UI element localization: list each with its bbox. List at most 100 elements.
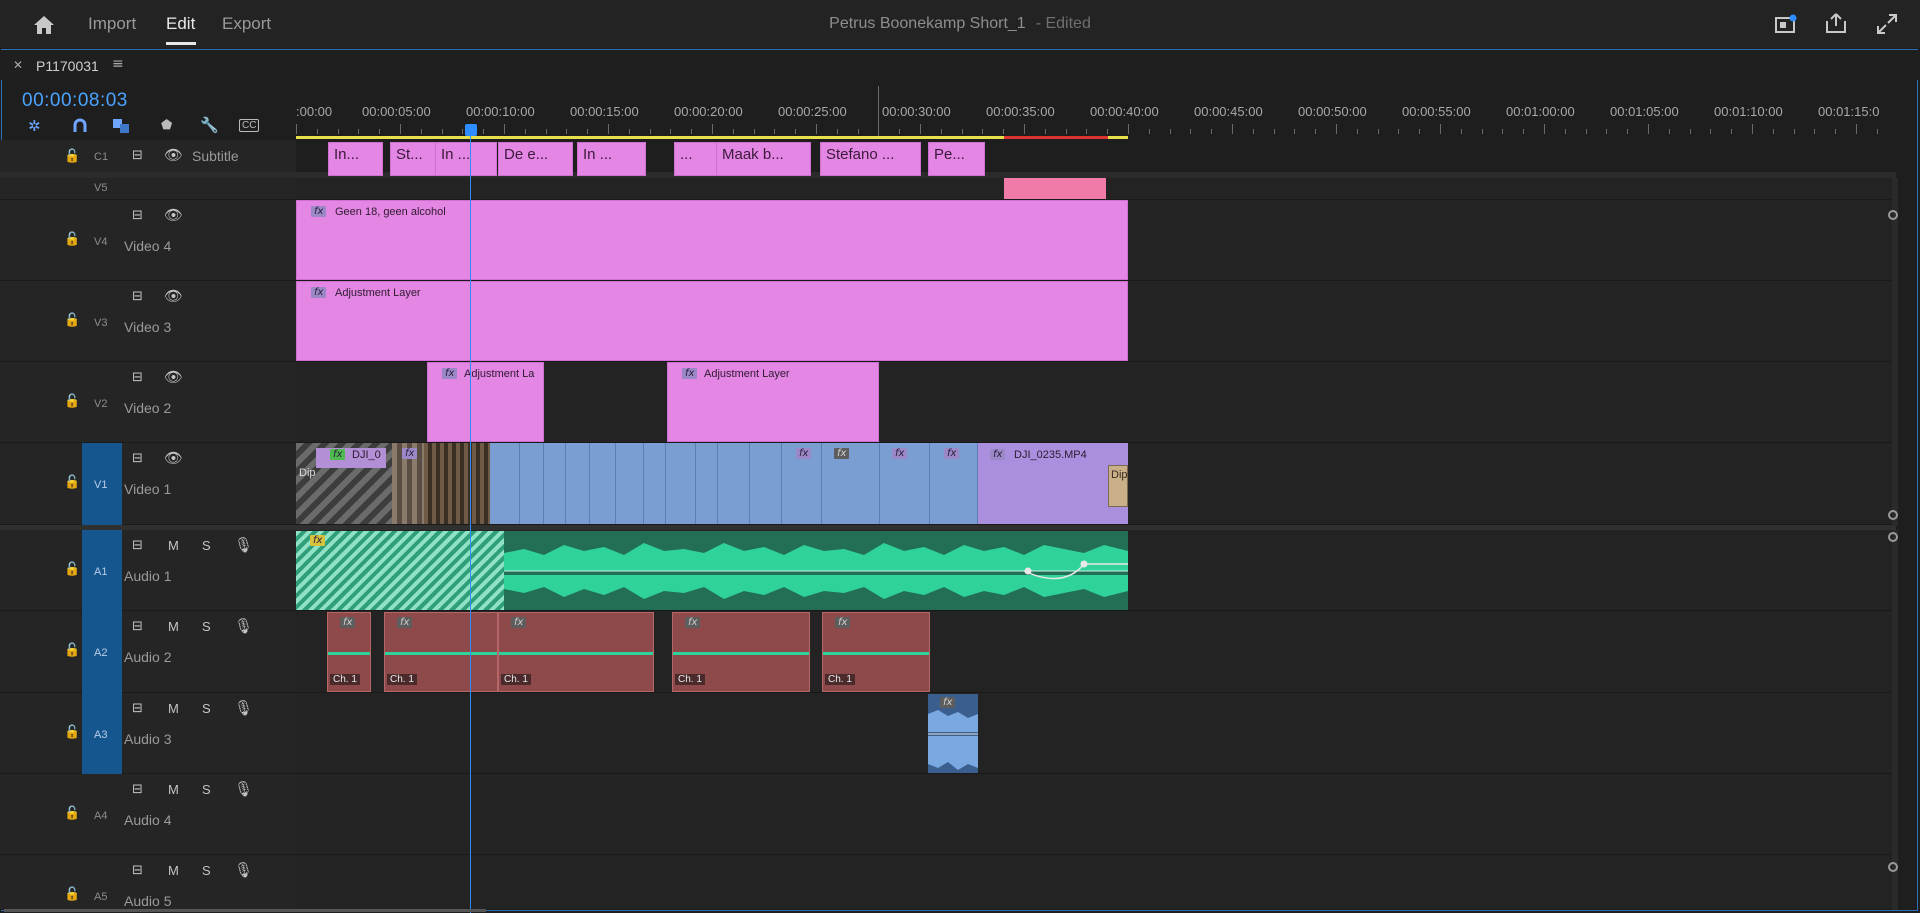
subtitle-clip[interactable]: St... <box>390 142 441 176</box>
microphone-icon[interactable]: 🎙 <box>234 617 253 635</box>
track-target-a3[interactable]: A3 <box>94 729 107 741</box>
playhead-handle[interactable] <box>465 124 477 136</box>
a1-clip[interactable] <box>504 531 1128 610</box>
track-target-v5[interactable]: V5 <box>94 182 107 194</box>
sync-lock-icon[interactable]: ⊟ <box>132 863 143 878</box>
v2-clip[interactable]: fx Adjustment Layer <box>667 362 879 442</box>
v1-clip[interactable] <box>520 443 544 524</box>
close-icon[interactable]: ✕ <box>13 58 23 72</box>
sync-lock-icon[interactable]: ⊟ <box>132 289 143 304</box>
lock-icon[interactable]: 🔓 <box>64 887 80 902</box>
sync-lock-icon[interactable]: ⊟ <box>132 208 143 223</box>
a2-clip[interactable]: fx Ch. 1 <box>498 612 654 692</box>
sync-lock-icon[interactable]: ⊟ <box>132 538 143 553</box>
subtitle-clip[interactable]: Stefano ... <box>820 142 921 176</box>
sync-lock-icon[interactable]: ⊟ <box>132 782 143 797</box>
v1-clip-thumbnail[interactable]: fx <box>392 443 424 524</box>
v1-clip[interactable] <box>490 443 520 524</box>
solo-button[interactable]: S <box>202 538 211 553</box>
track-target-a4[interactable]: A4 <box>94 810 107 822</box>
v1-clip[interactable]: fx <box>880 443 930 524</box>
a2-clip[interactable]: fx Ch. 1 <box>384 612 498 692</box>
playhead-line[interactable] <box>470 124 471 913</box>
subtitle-clip[interactable]: ... <box>674 142 717 176</box>
track-body-a4[interactable] <box>296 774 1896 855</box>
v1-clip-thumbnail[interactable]: fx DJI_0 Dip <box>296 443 392 524</box>
share-icon[interactable] <box>1824 12 1848 34</box>
sync-lock-icon[interactable]: ⊟ <box>132 451 143 466</box>
sequence-tab[interactable]: P1170031 <box>36 58 99 74</box>
sync-lock-icon[interactable]: ⊟ <box>132 370 143 385</box>
scroll-handle-bottom[interactable] <box>1888 510 1898 520</box>
v1-clip[interactable]: fx <box>930 443 978 524</box>
a2-clip[interactable]: fx Ch. 1 <box>672 612 810 692</box>
fullscreen-icon[interactable] <box>1876 13 1898 35</box>
sync-lock-icon[interactable]: ⊟ <box>132 701 143 716</box>
eye-icon[interactable]: 👁 <box>164 206 183 224</box>
lock-icon[interactable]: 🔓 <box>64 475 80 490</box>
lock-icon[interactable]: 🔓 <box>64 232 80 247</box>
mute-button[interactable]: M <box>168 619 179 634</box>
mute-button[interactable]: M <box>168 863 179 878</box>
microphone-icon[interactable]: 🎙 <box>234 699 253 717</box>
a2-clip[interactable]: fx Ch. 1 <box>327 612 371 692</box>
v1-clip[interactable]: fx <box>822 443 880 524</box>
vertical-scrollbar-video[interactable] <box>1892 178 1898 526</box>
v4-clip[interactable]: fx Geen 18, geen alcohol <box>296 200 1128 280</box>
scroll-handle-top[interactable] <box>1888 210 1898 220</box>
lock-icon[interactable]: 🔓 <box>64 149 80 164</box>
track-target-v3[interactable]: V3 <box>94 317 107 329</box>
mute-button[interactable]: M <box>168 782 179 797</box>
scroll-handle-bottom[interactable] <box>1888 862 1898 872</box>
subtitle-clip[interactable]: De e... <box>498 142 573 176</box>
eye-icon[interactable]: 👁 <box>164 368 183 386</box>
add-marker-icon[interactable]: ⬟ <box>161 118 172 133</box>
track-body-a5[interactable] <box>296 855 1896 910</box>
panel-menu-icon[interactable]: ≡ <box>112 56 124 72</box>
v1-clip-thumbnail[interactable] <box>424 443 490 524</box>
subtitle-clip[interactable]: Maak b... <box>716 142 811 176</box>
subtitle-clip[interactable]: In ... <box>435 142 497 176</box>
subtitle-clip[interactable]: In ... <box>577 142 646 176</box>
solo-button[interactable]: S <box>202 701 211 716</box>
lock-icon[interactable]: 🔓 <box>64 725 80 740</box>
mute-button[interactable]: M <box>168 701 179 716</box>
snap-icon[interactable] <box>72 118 88 134</box>
captions-icon[interactable]: CC <box>239 119 260 132</box>
linked-selection-icon[interactable] <box>112 118 130 134</box>
v5-clip[interactable] <box>1004 178 1106 199</box>
subtitle-clip[interactable]: In... <box>328 142 383 176</box>
mute-button[interactable]: M <box>168 538 179 553</box>
v1-clip[interactable] <box>750 443 782 524</box>
track-target-v1[interactable]: V1 <box>94 479 107 491</box>
lock-icon[interactable]: 🔓 <box>64 643 80 658</box>
solo-button[interactable]: S <box>202 619 211 634</box>
subtitle-clip[interactable]: Pe... <box>928 142 985 176</box>
sync-lock-icon[interactable]: ⊟ <box>132 619 143 634</box>
v1-clip-dji0235[interactable]: fx DJI_0235.MP4 Dip <box>978 443 1128 524</box>
v2-clip[interactable]: fx Adjustment La <box>427 362 544 442</box>
playhead-timecode[interactable]: 00:00:08:03 <box>22 90 128 112</box>
a3-clip[interactable]: fx <box>928 694 978 773</box>
v1-clip[interactable] <box>718 443 750 524</box>
solo-button[interactable]: S <box>202 782 211 797</box>
settings-wrench-icon[interactable]: 🔧 <box>200 116 219 134</box>
nest-icon[interactable]: ✲ <box>28 117 41 135</box>
v1-clip[interactable] <box>544 443 566 524</box>
microphone-icon[interactable]: 🎙 <box>234 861 253 879</box>
track-target-a5[interactable]: A5 <box>94 891 107 903</box>
lock-icon[interactable]: 🔓 <box>64 313 80 328</box>
sync-lock-icon[interactable]: ⊟ <box>132 148 143 163</box>
solo-button[interactable]: S <box>202 863 211 878</box>
a2-clip[interactable]: fx Ch. 1 <box>822 612 930 692</box>
v1-clip[interactable] <box>666 443 696 524</box>
eye-icon[interactable]: 👁 <box>164 287 183 305</box>
v1-clip[interactable] <box>566 443 590 524</box>
microphone-icon[interactable]: 🎙 <box>234 780 253 798</box>
track-body-a3[interactable] <box>296 693 1896 774</box>
lock-icon[interactable]: 🔓 <box>64 562 80 577</box>
eye-icon[interactable]: 👁 <box>164 449 183 467</box>
track-target-a2[interactable]: A2 <box>94 647 107 659</box>
v1-clip[interactable]: fx <box>782 443 822 524</box>
track-target-c1[interactable]: C1 <box>94 151 108 163</box>
